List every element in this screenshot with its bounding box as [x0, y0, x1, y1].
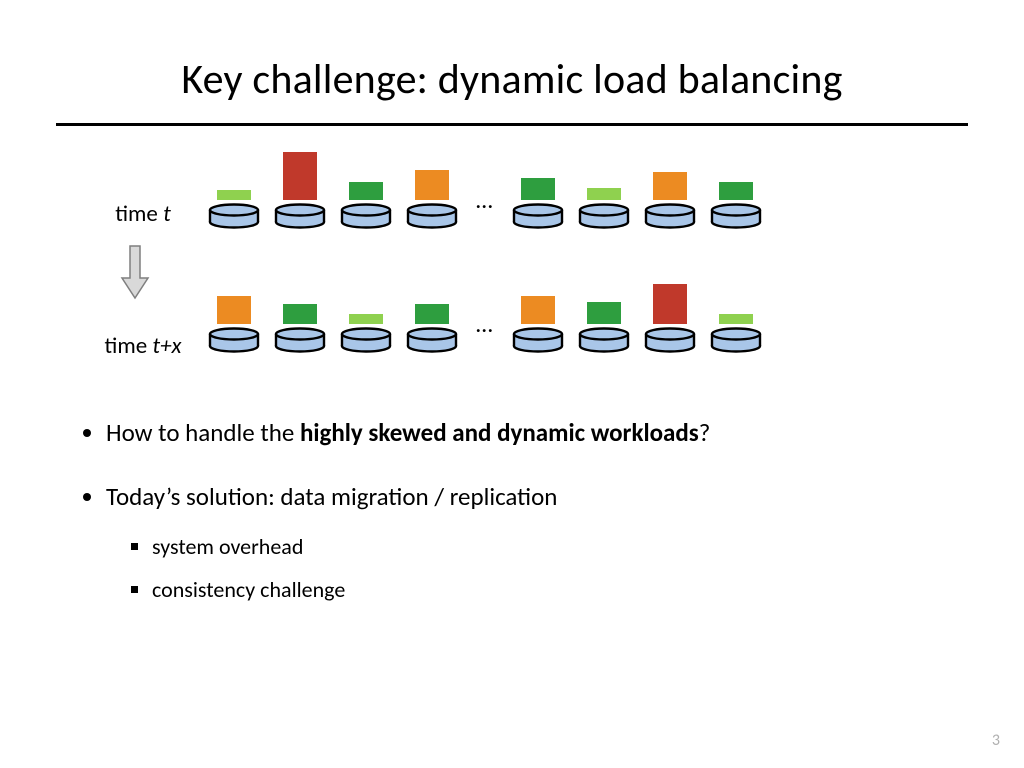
storage-unit	[274, 152, 326, 227]
load-bar	[521, 178, 555, 200]
body-text: How to handle the highly skewed and dyna…	[78, 416, 946, 605]
storage-unit	[512, 296, 564, 351]
cylinder-icon	[644, 327, 696, 351]
load-bar	[283, 304, 317, 324]
cylinder-row-1: …	[208, 152, 762, 227]
subbullet-2: consistency challenge	[152, 575, 946, 605]
storage-unit	[644, 172, 696, 227]
load-bar	[587, 302, 621, 324]
cylinder-icon	[512, 327, 564, 351]
text: ?	[699, 417, 711, 448]
text-bold: highly skewed and dynamic workloads	[300, 417, 699, 448]
ellipsis: …	[472, 186, 498, 227]
label-text: time	[115, 200, 163, 228]
cylinder-row-2: …	[208, 284, 762, 351]
cylinder-icon	[710, 203, 762, 227]
cylinder-icon	[274, 203, 326, 227]
label-var: t	[163, 200, 171, 228]
text: How to handle the	[106, 417, 300, 448]
label-time-t: time t	[88, 200, 198, 228]
text: Today’s solution: data migration / repli…	[106, 481, 557, 512]
storage-unit	[406, 170, 458, 227]
diagram: time t …	[0, 152, 1024, 382]
cylinder-icon	[512, 203, 564, 227]
load-bar	[283, 152, 317, 200]
storage-unit	[340, 182, 392, 227]
page-number: 3	[992, 731, 1000, 750]
load-bar	[217, 296, 251, 324]
load-bar	[521, 296, 555, 324]
storage-unit	[710, 314, 762, 351]
load-bar	[349, 314, 383, 324]
storage-unit	[274, 304, 326, 351]
cylinder-icon	[340, 203, 392, 227]
load-bar	[415, 304, 449, 324]
cylinder-icon	[578, 327, 630, 351]
slide-title: Key challenge: dynamic load balancing	[0, 0, 1024, 105]
row-time-tx: time t+x …	[0, 284, 1024, 374]
storage-unit	[208, 296, 260, 351]
load-bar	[653, 284, 687, 324]
storage-unit	[340, 314, 392, 351]
cylinder-icon	[710, 327, 762, 351]
bullet-2: Today’s solution: data migration / repli…	[106, 480, 946, 605]
load-bar	[217, 190, 251, 200]
storage-unit	[406, 304, 458, 351]
cylinder-icon	[208, 203, 260, 227]
load-bar	[587, 188, 621, 200]
storage-unit	[578, 302, 630, 351]
load-bar	[719, 314, 753, 324]
load-bar	[653, 172, 687, 200]
cylinder-icon	[406, 327, 458, 351]
divider	[56, 123, 968, 126]
load-bar	[719, 182, 753, 200]
ellipsis: …	[472, 310, 498, 351]
label-text: time	[105, 332, 153, 360]
cylinder-icon	[274, 327, 326, 351]
cylinder-icon	[406, 203, 458, 227]
bullet-1: How to handle the highly skewed and dyna…	[106, 416, 946, 450]
load-bar	[415, 170, 449, 200]
row-time-t: time t …	[0, 152, 1024, 242]
cylinder-icon	[340, 327, 392, 351]
storage-unit	[644, 284, 696, 351]
label-time-tx: time t+x	[88, 332, 198, 360]
storage-unit	[710, 182, 762, 227]
cylinder-icon	[644, 203, 696, 227]
storage-unit	[578, 188, 630, 227]
subbullet-1: system overhead	[152, 532, 946, 562]
load-bar	[349, 182, 383, 200]
cylinder-icon	[578, 203, 630, 227]
label-var: t+x	[152, 332, 181, 360]
storage-unit	[512, 178, 564, 227]
storage-unit	[208, 190, 260, 227]
cylinder-icon	[208, 327, 260, 351]
